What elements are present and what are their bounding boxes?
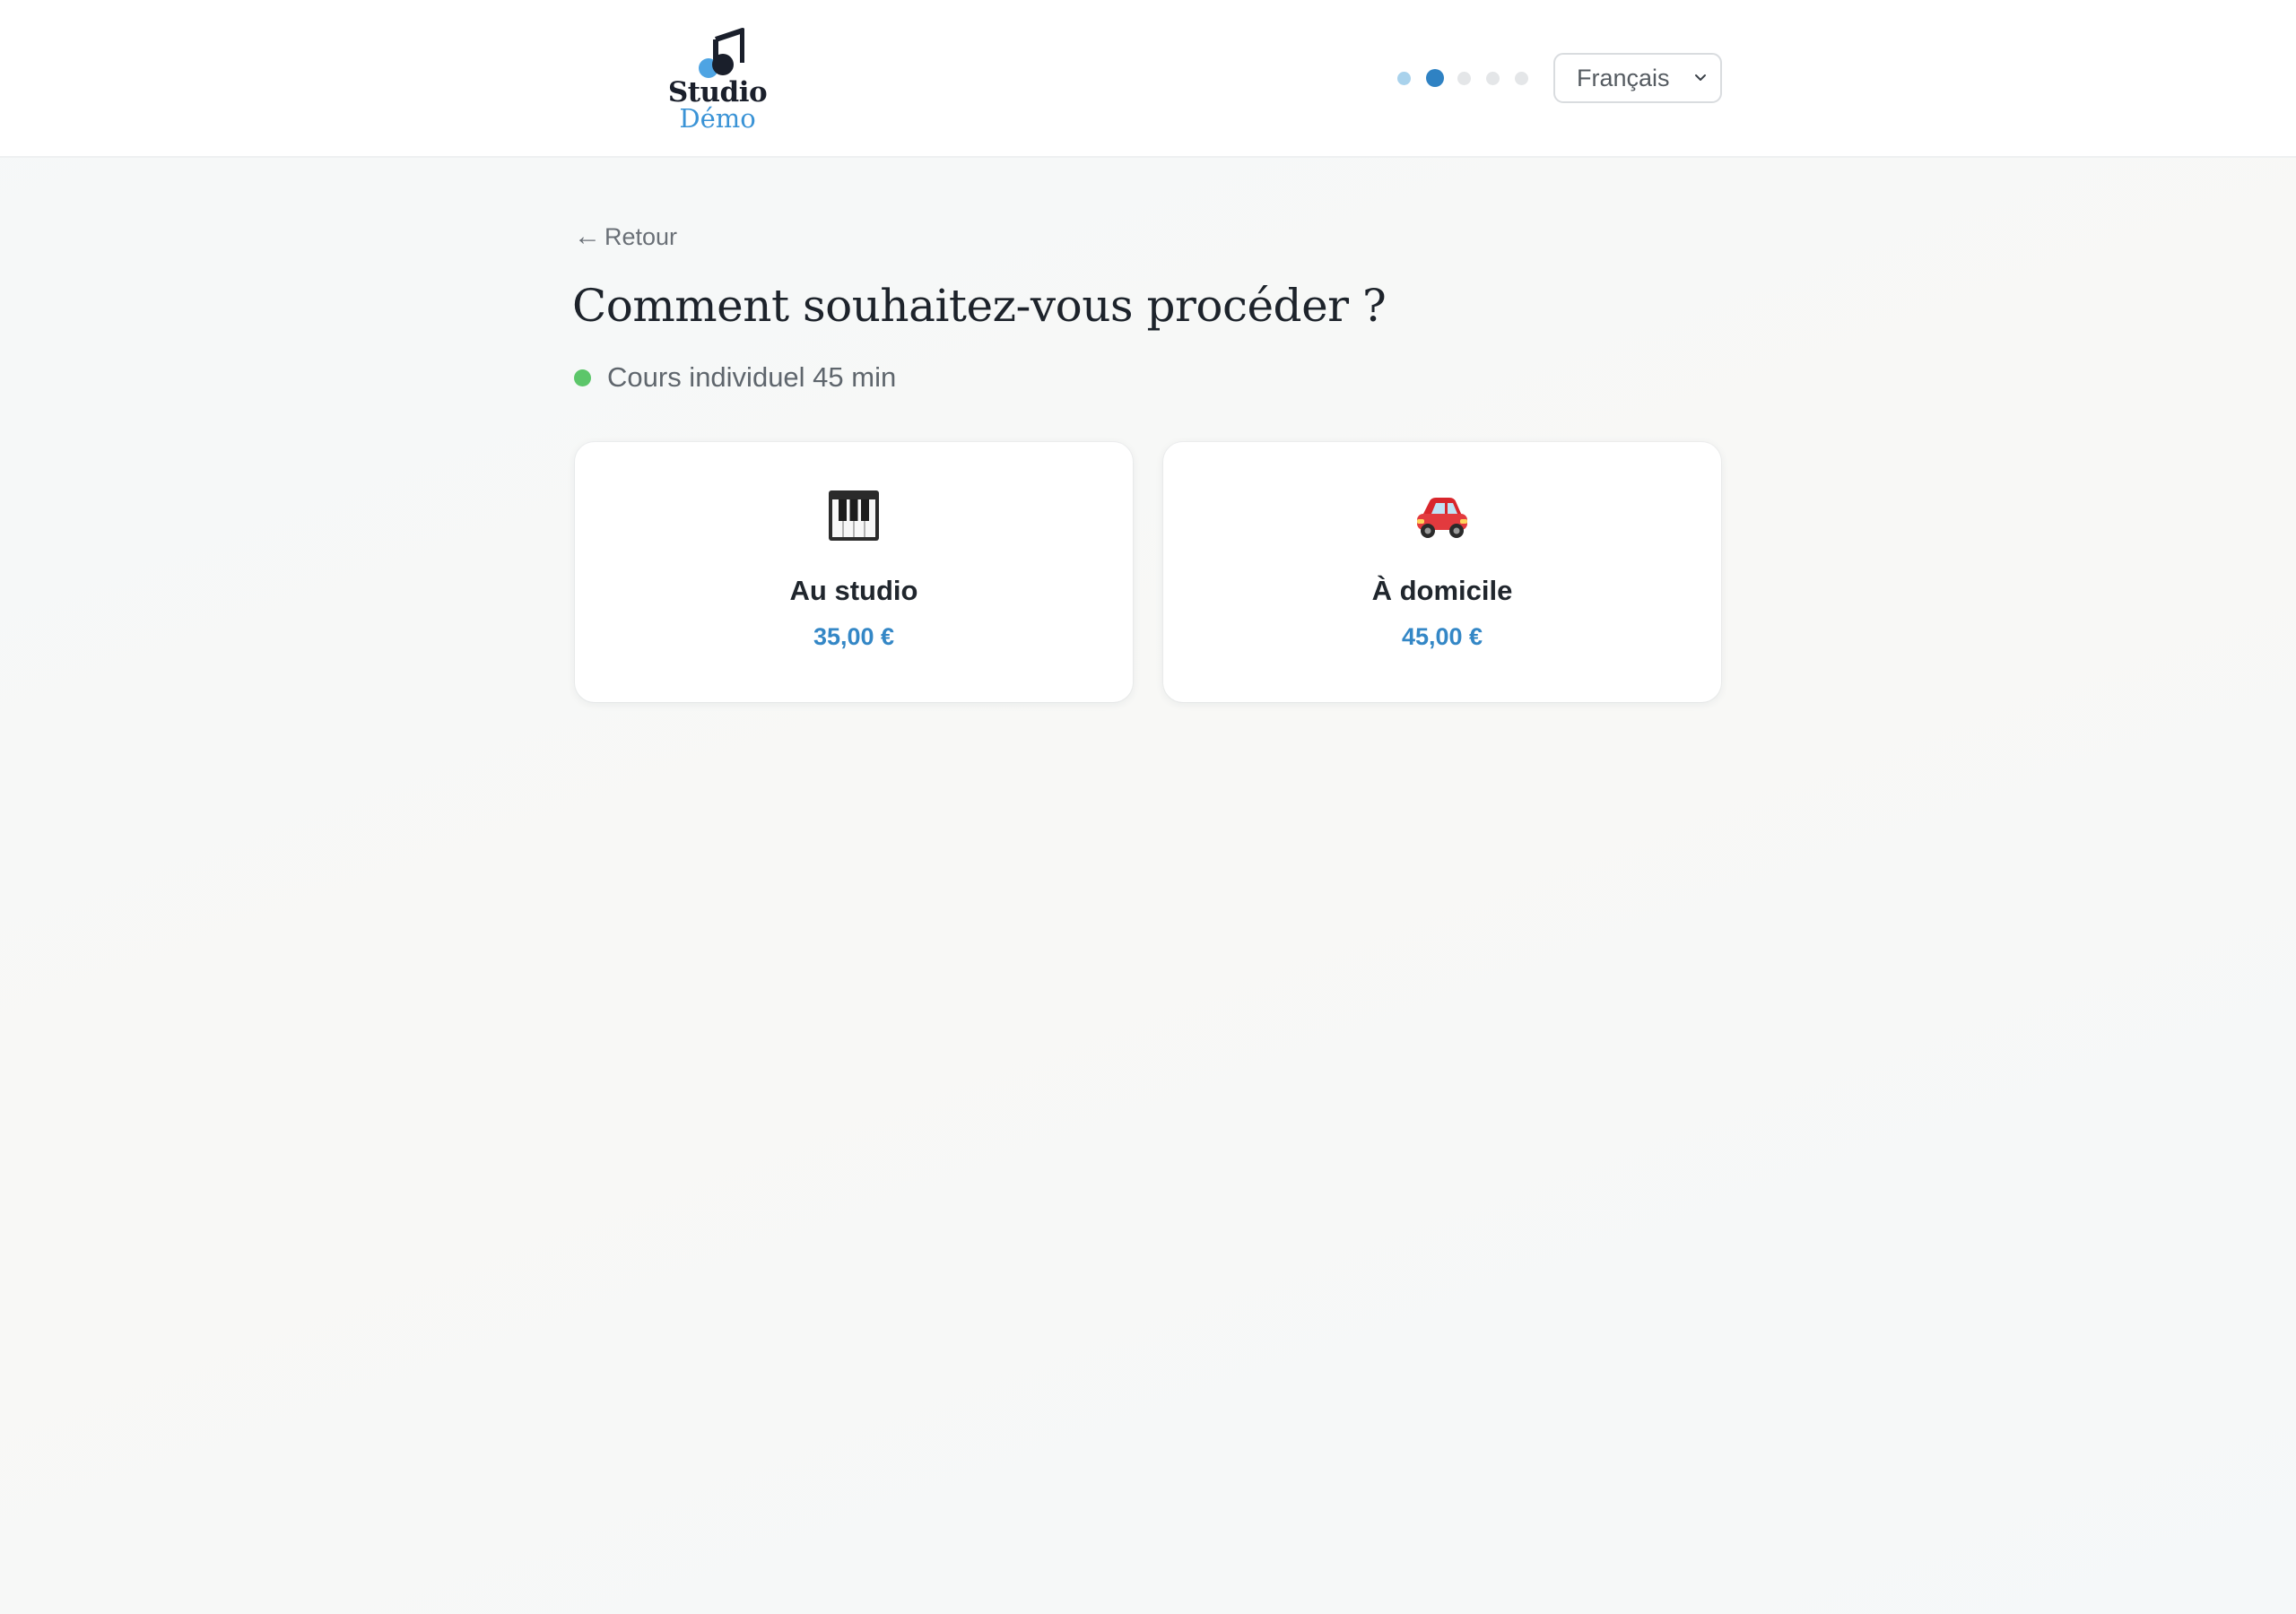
option-title: À domicile: [1371, 575, 1513, 606]
red-car-icon: [1163, 489, 1721, 546]
option-card-studio[interactable]: Au studio 35,00 €: [575, 442, 1133, 702]
piano-keys-icon: [575, 489, 1133, 546]
page-title: Comment souhaitez-vous procéder ?: [572, 280, 1387, 332]
step-dot-4: [1486, 71, 1500, 85]
chevron-down-icon: [1695, 74, 1706, 81]
option-card-home[interactable]: À domicile 45,00 €: [1163, 442, 1721, 702]
service-status-dot: [574, 369, 591, 386]
language-select-value: Français: [1577, 64, 1670, 91]
studio-logo[interactable]: Studio Démo: [665, 27, 770, 136]
music-note-icon: [699, 28, 744, 78]
step-dot-3: [1457, 71, 1471, 85]
service-label: Cours individuel 45 min: [607, 361, 897, 393]
step-dot-1: [1397, 71, 1411, 85]
language-select[interactable]: Français: [1553, 53, 1722, 103]
step-dot-2-current: [1426, 69, 1444, 87]
option-price: 45,00 €: [1401, 623, 1483, 650]
progress-steps: [1397, 69, 1544, 87]
top-bar: Studio Démo Français: [0, 0, 2296, 158]
option-price: 35,00 €: [813, 623, 895, 650]
arrow-left-icon: ←: [574, 221, 601, 251]
back-link-label: Retour: [604, 222, 678, 250]
option-title: Au studio: [789, 575, 918, 606]
selected-service: Cours individuel 45 min: [574, 359, 896, 396]
logo-text-demo: Démo: [679, 103, 756, 134]
step-dot-5: [1515, 71, 1528, 85]
back-link[interactable]: ← Retour: [574, 219, 677, 255]
